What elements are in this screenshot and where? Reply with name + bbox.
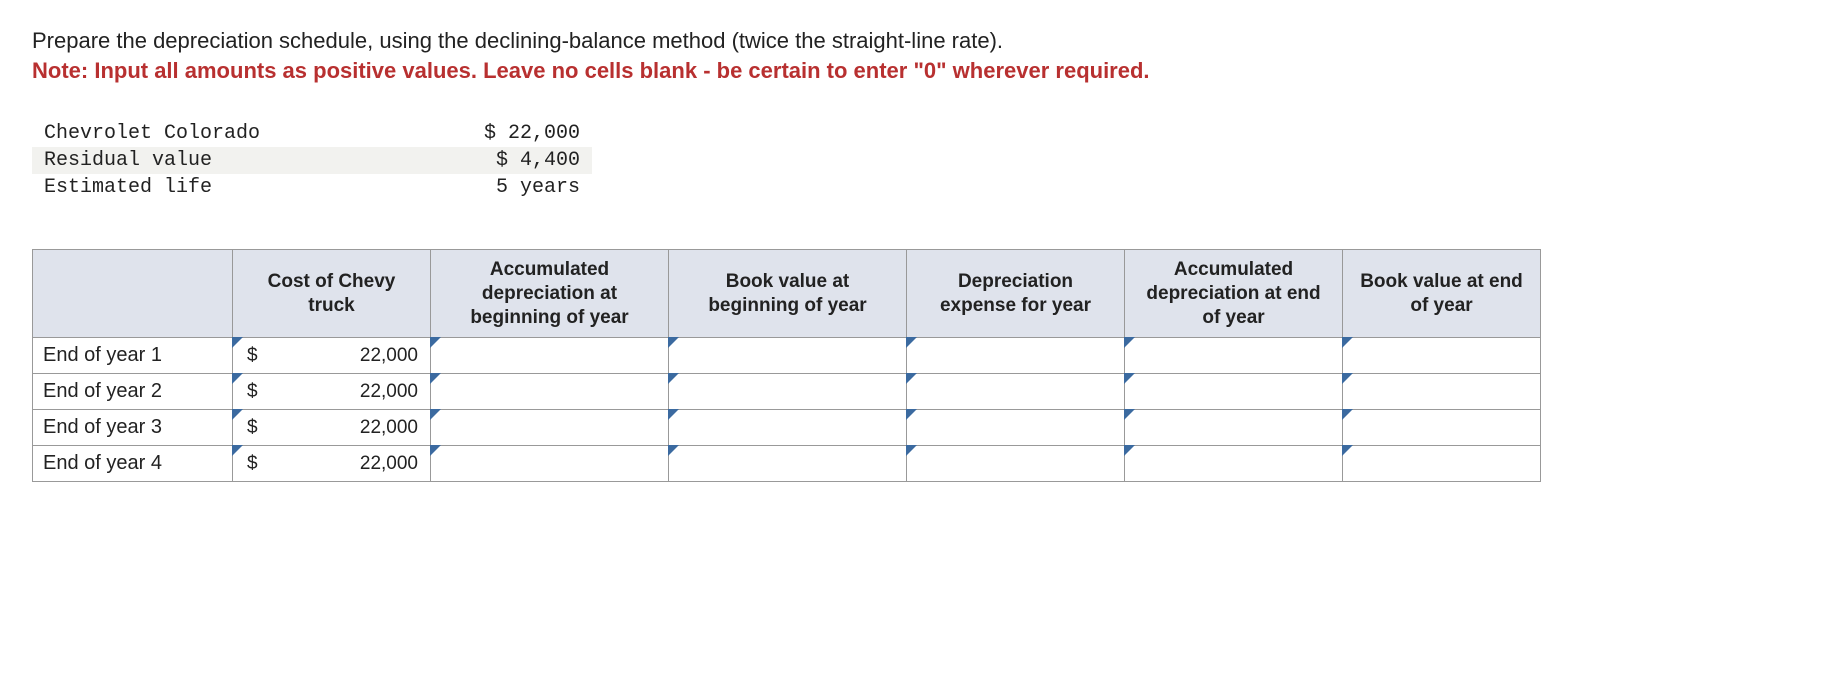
input-flag-icon	[232, 337, 243, 348]
asset-value: $ 22,000	[372, 120, 592, 147]
input-flag-icon	[668, 373, 679, 384]
instruction-line1: Prepare the depreciation schedule, using…	[32, 28, 1800, 54]
currency-symbol: $	[243, 417, 258, 439]
currency-symbol: $	[243, 345, 258, 367]
row-label: End of year 4	[33, 446, 233, 482]
input-flag-icon	[232, 409, 243, 420]
input-flag-icon	[1342, 409, 1353, 420]
table-row: End of year 2$22,000	[33, 374, 1541, 410]
acc-end-input-cell[interactable]	[1125, 446, 1343, 482]
cost-input-cell[interactable]: $22,000	[233, 374, 431, 410]
depreciation-schedule-table: Cost of Chevy truck Accumulated deprecia…	[32, 249, 1541, 482]
input-flag-icon	[430, 373, 441, 384]
input-flag-icon	[668, 409, 679, 420]
currency-symbol: $	[243, 453, 258, 475]
bv-begin-input-cell[interactable]	[669, 374, 907, 410]
dep-exp-input-cell[interactable]	[907, 338, 1125, 374]
row-label: End of year 3	[33, 410, 233, 446]
table-row: End of year 4$22,000	[33, 446, 1541, 482]
instruction-line2: Note: Input all amounts as positive valu…	[32, 58, 1800, 84]
col-header-blank	[33, 250, 233, 338]
input-flag-icon	[1124, 445, 1135, 456]
input-flag-icon	[668, 445, 679, 456]
bv-begin-input-cell[interactable]	[669, 410, 907, 446]
cost-value: 22,000	[258, 381, 420, 403]
acc-end-input-cell[interactable]	[1125, 338, 1343, 374]
acc-end-input-cell[interactable]	[1125, 410, 1343, 446]
table-row: End of year 3$22,000	[33, 410, 1541, 446]
input-flag-icon	[906, 445, 917, 456]
residual-value: $ 4,400	[372, 147, 592, 174]
input-flag-icon	[1124, 373, 1135, 384]
life-value: 5 years	[372, 174, 592, 201]
currency-symbol: $	[243, 381, 258, 403]
dep-exp-input-cell[interactable]	[907, 374, 1125, 410]
input-flag-icon	[1342, 337, 1353, 348]
dep-exp-input-cell[interactable]	[907, 446, 1125, 482]
asset-label: Chevrolet Colorado	[32, 120, 372, 147]
table-header-row: Cost of Chevy truck Accumulated deprecia…	[33, 250, 1541, 338]
acc-begin-input-cell[interactable]	[431, 446, 669, 482]
col-header-cost: Cost of Chevy truck	[233, 250, 431, 338]
acc-end-input-cell[interactable]	[1125, 374, 1343, 410]
acc-begin-input-cell[interactable]	[431, 374, 669, 410]
row-label: End of year 2	[33, 374, 233, 410]
life-label: Estimated life	[32, 174, 372, 201]
row-label: End of year 1	[33, 338, 233, 374]
col-header-bv-begin: Book value at beginning of year	[669, 250, 907, 338]
input-flag-icon	[1124, 409, 1135, 420]
input-flag-icon	[430, 409, 441, 420]
cost-input-cell[interactable]: $22,000	[233, 446, 431, 482]
bv-end-input-cell[interactable]	[1343, 446, 1541, 482]
input-flag-icon	[232, 445, 243, 456]
acc-begin-input-cell[interactable]	[431, 410, 669, 446]
input-flag-icon	[1342, 445, 1353, 456]
cost-value: 22,000	[258, 417, 420, 439]
bv-end-input-cell[interactable]	[1343, 338, 1541, 374]
input-flag-icon	[232, 373, 243, 384]
cost-input-cell[interactable]: $22,000	[233, 338, 431, 374]
dep-exp-input-cell[interactable]	[907, 410, 1125, 446]
bv-begin-input-cell[interactable]	[669, 338, 907, 374]
col-header-acc-end: Accumulated depreciation at end of year	[1125, 250, 1343, 338]
input-flag-icon	[906, 337, 917, 348]
col-header-bv-end: Book value at end of year	[1343, 250, 1541, 338]
cost-value: 22,000	[258, 345, 420, 367]
acc-begin-input-cell[interactable]	[431, 338, 669, 374]
residual-label: Residual value	[32, 147, 372, 174]
col-header-acc-begin: Accumulated depreciation at beginning of…	[431, 250, 669, 338]
bv-begin-input-cell[interactable]	[669, 446, 907, 482]
input-flag-icon	[430, 445, 441, 456]
input-flag-icon	[906, 409, 917, 420]
table-row: End of year 1$22,000	[33, 338, 1541, 374]
input-flag-icon	[1124, 337, 1135, 348]
input-flag-icon	[1342, 373, 1353, 384]
bv-end-input-cell[interactable]	[1343, 410, 1541, 446]
input-flag-icon	[906, 373, 917, 384]
input-flag-icon	[430, 337, 441, 348]
input-flag-icon	[668, 337, 679, 348]
bv-end-input-cell[interactable]	[1343, 374, 1541, 410]
col-header-dep-exp: Depreciation expense for year	[907, 250, 1125, 338]
given-data-block: Chevrolet Colorado $ 22,000 Residual val…	[32, 120, 592, 201]
cost-input-cell[interactable]: $22,000	[233, 410, 431, 446]
cost-value: 22,000	[258, 453, 420, 475]
